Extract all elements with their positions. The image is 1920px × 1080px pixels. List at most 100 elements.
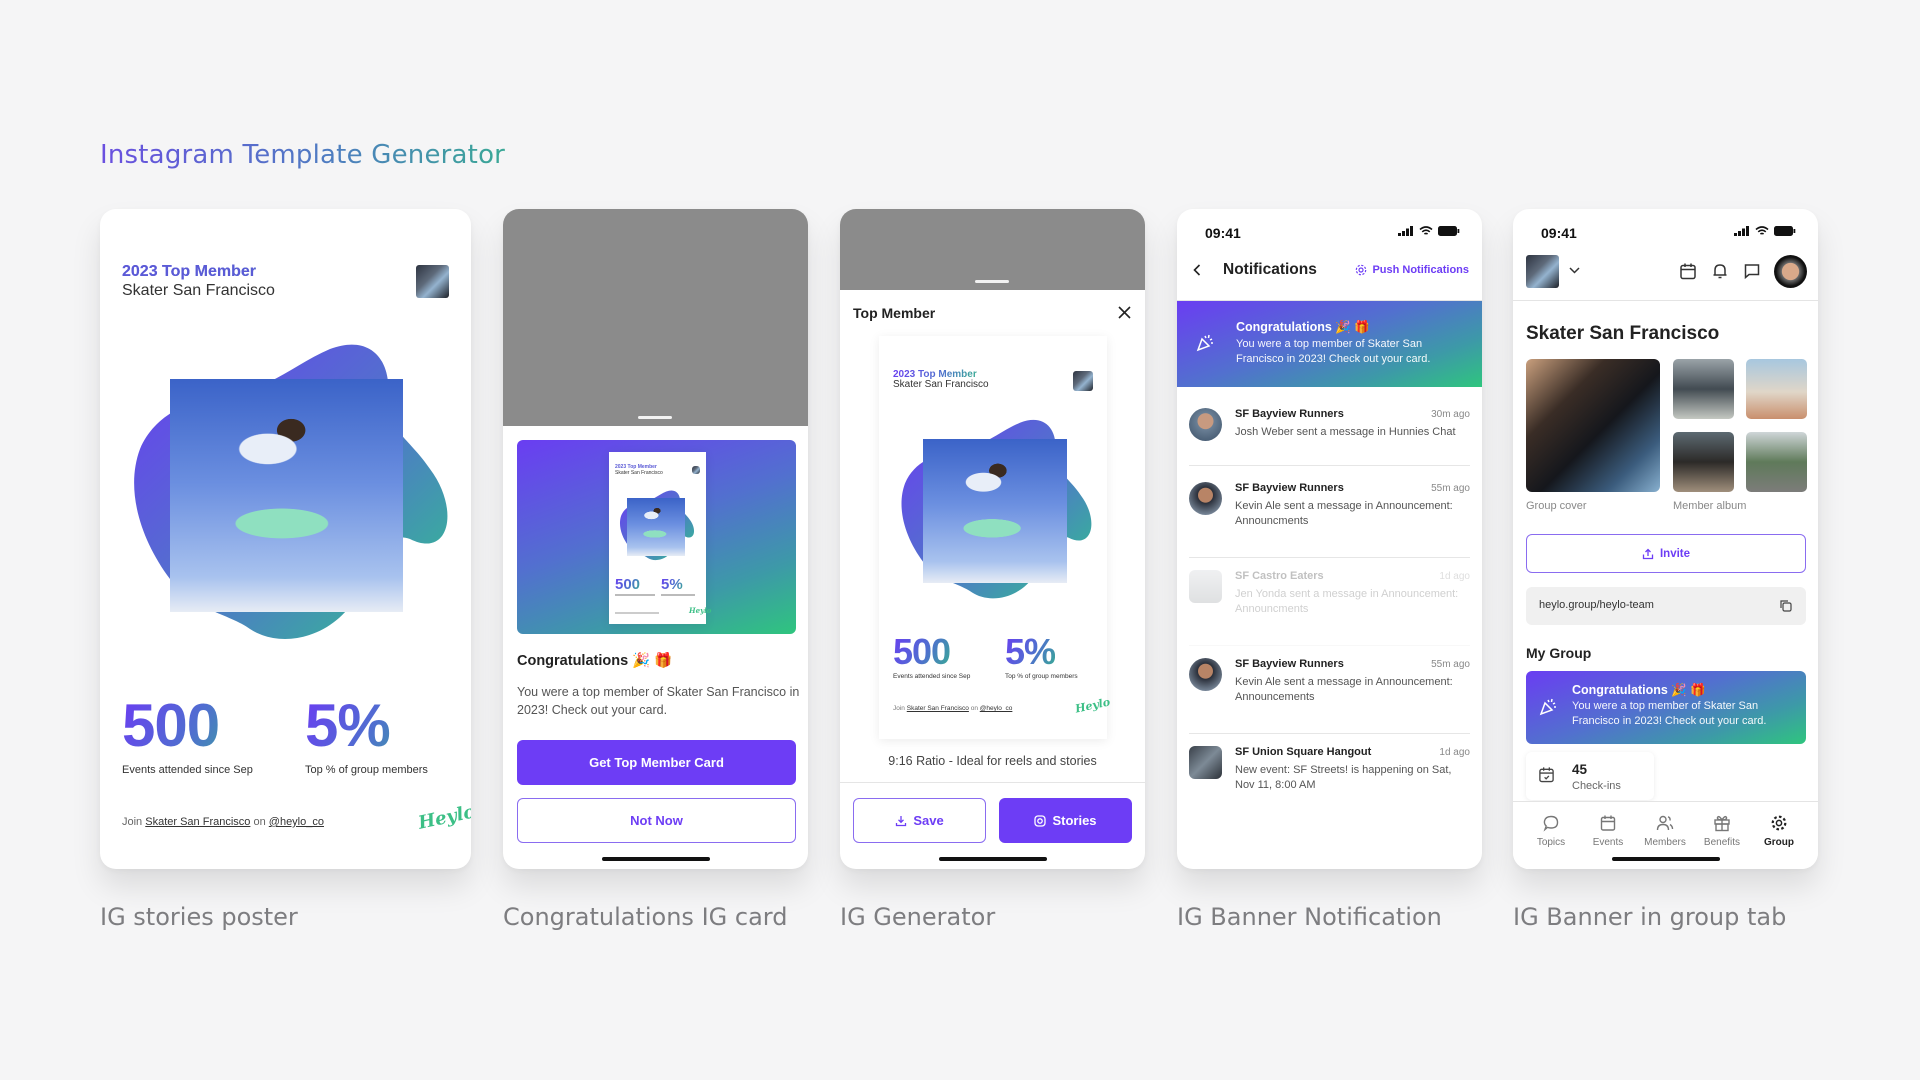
battery-icon <box>1438 226 1460 236</box>
caption-stories-poster: IG stories poster <box>100 903 298 931</box>
signal-icon <box>1398 226 1413 236</box>
bell-icon[interactable] <box>1711 262 1729 280</box>
album-photo[interactable] <box>1673 432 1734 492</box>
mini-logo: Heylo <box>689 606 712 615</box>
chevron-down-icon[interactable] <box>1569 267 1580 274</box>
signal-icon <box>1734 226 1749 236</box>
congrats-body: You were a top member of Skater San Fran… <box>517 685 800 717</box>
join-handle-link[interactable]: @heylo_co <box>269 816 324 828</box>
notification-time: 30m ago <box>1431 409 1470 420</box>
notification-time: 1d ago <box>1439 571 1470 582</box>
caption-banner-notification: IG Banner Notification <box>1177 903 1442 931</box>
user-avatar[interactable] <box>1774 255 1807 288</box>
notification-item[interactable]: SF Bayview Runners 55m ago Kevin Ale sen… <box>1189 658 1470 734</box>
copy-icon[interactable] <box>1779 599 1792 612</box>
stat-value: 500 <box>122 696 253 756</box>
section-title: My Group <box>1526 645 1592 661</box>
congrats-banner[interactable]: Congratulations 🎉 🎁 You were a top membe… <box>1526 671 1806 744</box>
group-cover-label: Group cover <box>1526 500 1587 512</box>
avatar <box>1189 746 1222 779</box>
notification-message: Josh Weber sent a message in Hunnies Cha… <box>1235 426 1456 438</box>
preview-avatar <box>1073 371 1093 391</box>
notification-time: 1d ago <box>1439 747 1470 758</box>
notification-item[interactable]: SF Bayview Runners 55m ago Kevin Ale sen… <box>1189 482 1470 558</box>
group-switcher-avatar[interactable] <box>1526 255 1559 288</box>
sheet-grabber[interactable] <box>975 280 1009 283</box>
tab-group[interactable]: Group <box>1751 814 1807 848</box>
battery-icon <box>1774 226 1796 236</box>
heylo-logo: Heylo <box>416 801 471 834</box>
banner-text: You were a top member of Skater San Fran… <box>1236 338 1431 365</box>
member-album-label: Member album <box>1673 500 1747 512</box>
poster-preview: 2023 Top Member Skater San Francisco 500… <box>879 336 1111 739</box>
notification-group: SF Union Square Hangout <box>1235 746 1372 758</box>
save-button[interactable]: Save <box>853 798 986 843</box>
preview-stat-value: 500 <box>893 631 951 672</box>
ratio-note: 9:16 Ratio - Ideal for reels and stories <box>888 754 1097 768</box>
preview-join: Join Skater San Francisco on @heylo_co <box>893 705 1013 712</box>
button-label: Invite <box>1659 547 1691 560</box>
back-chevron-icon[interactable] <box>1193 264 1201 276</box>
invite-link-field[interactable]: heylo.group/heylo-team <box>1526 587 1806 625</box>
calendar-icon[interactable] <box>1679 262 1697 280</box>
preview-stat-label: Events attended since Sep <box>893 673 971 680</box>
notification-message: Kevin Ale sent a message in Announcement… <box>1235 500 1453 527</box>
divider <box>840 782 1145 783</box>
notification-item[interactable]: SF Union Square Hangout 1d ago New event… <box>1189 746 1470 816</box>
stories-poster-card: 2023 Top Member Skater San Francisco 500… <box>100 209 471 869</box>
tab-label: Benefits <box>1703 837 1741 848</box>
sheet-grabber[interactable] <box>638 416 672 419</box>
stories-button[interactable]: Stories <box>999 798 1132 843</box>
avatar <box>1189 658 1222 691</box>
gift-icon <box>1714 815 1730 832</box>
poster-header: 2023 Top Member Skater San Francisco <box>122 263 275 300</box>
notification-message: Jen Yonda sent a message in Announcement… <box>1235 588 1459 615</box>
status-time: 09:41 <box>1541 225 1577 241</box>
tab-topics[interactable]: Topics <box>1523 814 1579 848</box>
preview-logo: Heylo <box>1074 695 1112 716</box>
notification-item[interactable]: SF Bayview Runners 30m ago Josh Weber se… <box>1189 408 1470 466</box>
avatar <box>1189 408 1222 441</box>
invite-button[interactable]: Invite <box>1526 534 1806 573</box>
group-cover-image[interactable] <box>1526 359 1660 492</box>
instagram-icon <box>1034 814 1047 827</box>
congrats-card-screen: 2023 Top Member Skater San Francisco 500… <box>503 209 808 869</box>
tab-members[interactable]: Members <box>1637 814 1693 848</box>
button-label: Not Now <box>630 813 683 828</box>
link-label: Push Notifications <box>1372 264 1469 276</box>
mini-stat-label <box>615 594 655 596</box>
notification-message: New event: SF Streets! is happening on S… <box>1235 764 1452 791</box>
party-popper-icon <box>1539 698 1556 716</box>
congrats-title: Congratulations 🎉 🎁 <box>517 653 673 669</box>
preview-stat-value: 5% <box>1005 631 1056 672</box>
sheet-title: Top Member <box>853 305 936 321</box>
calendar-icon <box>1600 815 1616 831</box>
dimmed-backdrop[interactable] <box>840 209 1145 290</box>
get-top-member-card-button[interactable]: Get Top Member Card <box>517 740 796 785</box>
dimmed-backdrop[interactable] <box>503 209 808 426</box>
close-icon[interactable] <box>1118 306 1131 319</box>
mini-group: Skater San Francisco <box>615 470 663 476</box>
chat-icon[interactable] <box>1743 262 1761 280</box>
home-indicator <box>938 857 1047 861</box>
notification-message: Kevin Ale sent a message in Announcement… <box>1235 676 1453 703</box>
avatar <box>1189 570 1222 603</box>
album-photo[interactable] <box>1746 359 1807 419</box>
members-icon <box>1656 815 1674 831</box>
congrats-banner[interactable]: Congratulations 🎉 🎁 You were a top membe… <box>1177 301 1482 387</box>
share-icon <box>1642 548 1654 559</box>
poster-headline: 2023 Top Member <box>122 263 275 281</box>
tab-label: Members <box>1644 837 1686 848</box>
album-photo[interactable] <box>1673 359 1734 419</box>
stat-events: 500 Events attended since Sep <box>122 696 253 777</box>
notification-item-faded[interactable]: SF Castro Eaters 1d ago Jen Yonda sent a… <box>1189 570 1470 646</box>
caption-banner-group-tab: IG Banner in group tab <box>1513 903 1787 931</box>
notification-time: 55m ago <box>1431 483 1470 494</box>
avatar <box>1189 482 1222 515</box>
not-now-button[interactable]: Not Now <box>517 798 796 843</box>
join-group-link[interactable]: Skater San Francisco <box>145 816 250 828</box>
album-photo[interactable] <box>1746 432 1807 492</box>
tab-events[interactable]: Events <box>1580 814 1636 848</box>
tab-benefits[interactable]: Benefits <box>1694 814 1750 848</box>
push-notifications-link[interactable]: Push Notifications <box>1355 264 1469 276</box>
